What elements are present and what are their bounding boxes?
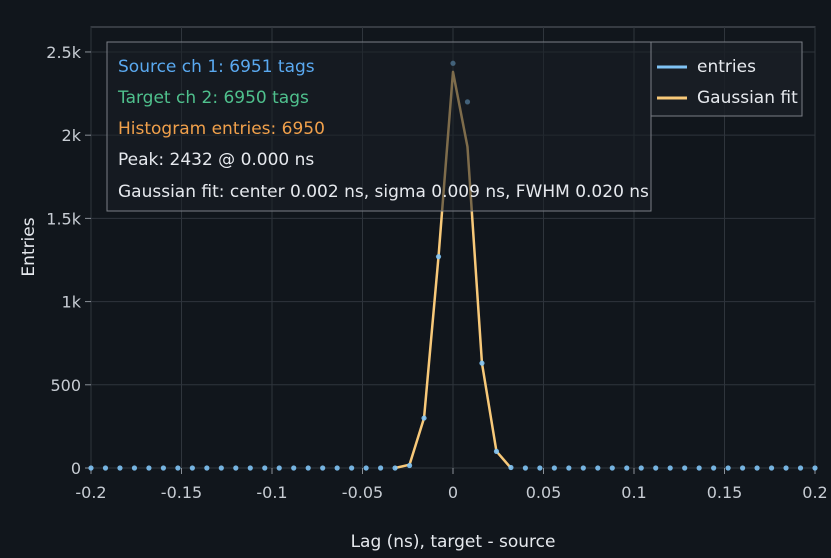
entries-point	[566, 465, 572, 471]
entries-point	[537, 465, 543, 471]
chart-svg: -0.2 -0.15 -0.1 -0.05 0 0.05 0.1 0.15 0.2 0 500 1k…	[19, 26, 828, 552]
entries-point	[711, 465, 717, 471]
entries-point	[421, 415, 427, 421]
x-tick-label: -0.1	[256, 483, 287, 502]
entries-point	[783, 465, 789, 471]
entries-point	[247, 465, 253, 471]
entries-point	[320, 465, 326, 471]
entries-point	[580, 465, 586, 471]
x-tick-label: 0.15	[707, 483, 743, 502]
entries-point	[740, 465, 746, 471]
legend: entries Gaussian fit	[650, 41, 803, 117]
entries-point	[696, 465, 702, 471]
entries-point	[609, 465, 615, 471]
entries-point	[276, 465, 282, 471]
entries-point	[204, 465, 210, 471]
entries-point	[638, 465, 644, 471]
entries-point	[233, 465, 239, 471]
entries-point	[493, 448, 500, 454]
entries-point	[406, 462, 413, 469]
y-axis-label: Entries	[19, 217, 39, 276]
entries-point	[754, 465, 760, 471]
annotation-fit: Gaussian fit: center 0.002 ns, sigma 0.0…	[118, 182, 649, 202]
y-tick-label: 1k	[62, 293, 82, 312]
annotation-target: Target ch 2: 6950 tags	[117, 88, 309, 108]
entries-point	[218, 465, 224, 471]
entries-point	[797, 465, 804, 471]
entries-point	[522, 465, 529, 471]
entries-point	[768, 465, 775, 471]
entries-point	[189, 465, 195, 471]
x-axis-label: Lag (ns), target - source	[351, 532, 556, 552]
entries-point	[551, 465, 557, 471]
y-tick-label: 1.5k	[46, 209, 81, 228]
entries-point	[812, 465, 818, 471]
annotation-source: Source ch 1: 6951 tags	[118, 57, 315, 77]
x-tick-label: 0	[448, 483, 458, 502]
y-tick-label: 2.5k	[46, 43, 81, 62]
y-tick-label: 0	[71, 459, 81, 478]
x-axis-ticks: -0.2 -0.15 -0.1 -0.05 0 0.05 0.1 0.15 0.2	[75, 468, 828, 502]
entries-point	[508, 464, 514, 471]
entries-point	[131, 465, 138, 471]
x-tick-label: -0.15	[161, 483, 202, 502]
entries-point	[175, 465, 181, 471]
x-tick-label: 0.2	[802, 483, 827, 502]
entries-point	[435, 254, 442, 260]
entries-point	[262, 465, 268, 471]
entries-point	[595, 465, 601, 471]
entries-point	[653, 465, 659, 471]
entries-point	[363, 465, 369, 471]
legend-label-entries: entries	[697, 57, 756, 77]
entries-point	[667, 465, 673, 471]
x-tick-label: -0.05	[342, 483, 383, 502]
x-tick-label: 0.05	[526, 483, 562, 502]
annotation-histogram: Histogram entries: 6950	[118, 119, 325, 139]
x-tick-label: 0.1	[621, 483, 646, 502]
entries-point	[102, 465, 109, 471]
entries-point	[334, 465, 340, 471]
annotation-peak: Peak: 2432 @ 0.000 ns	[118, 150, 314, 170]
entries-point	[378, 465, 384, 471]
x-tick-label: -0.2	[75, 483, 106, 502]
entries-point	[305, 465, 311, 471]
stats-annotation-box: Source ch 1: 6951 tags Target ch 2: 6950…	[106, 41, 652, 212]
entries-point	[88, 465, 94, 471]
entries-point	[291, 465, 297, 471]
entries-point	[725, 465, 731, 471]
entries-point	[479, 360, 485, 366]
entries-point	[160, 465, 166, 471]
entries-point	[146, 465, 152, 471]
entries-point	[117, 465, 123, 471]
y-tick-label: 500	[50, 376, 81, 395]
y-tick-label: 2k	[62, 126, 82, 145]
entries-point	[392, 465, 398, 471]
entries-point	[624, 465, 630, 471]
entries-point	[349, 465, 355, 471]
y-axis-ticks: 0 500 1k 1.5k 2k 2.5k	[46, 43, 91, 478]
legend-label-gaussian-fit: Gaussian fit	[697, 88, 798, 108]
entries-point	[682, 465, 688, 471]
